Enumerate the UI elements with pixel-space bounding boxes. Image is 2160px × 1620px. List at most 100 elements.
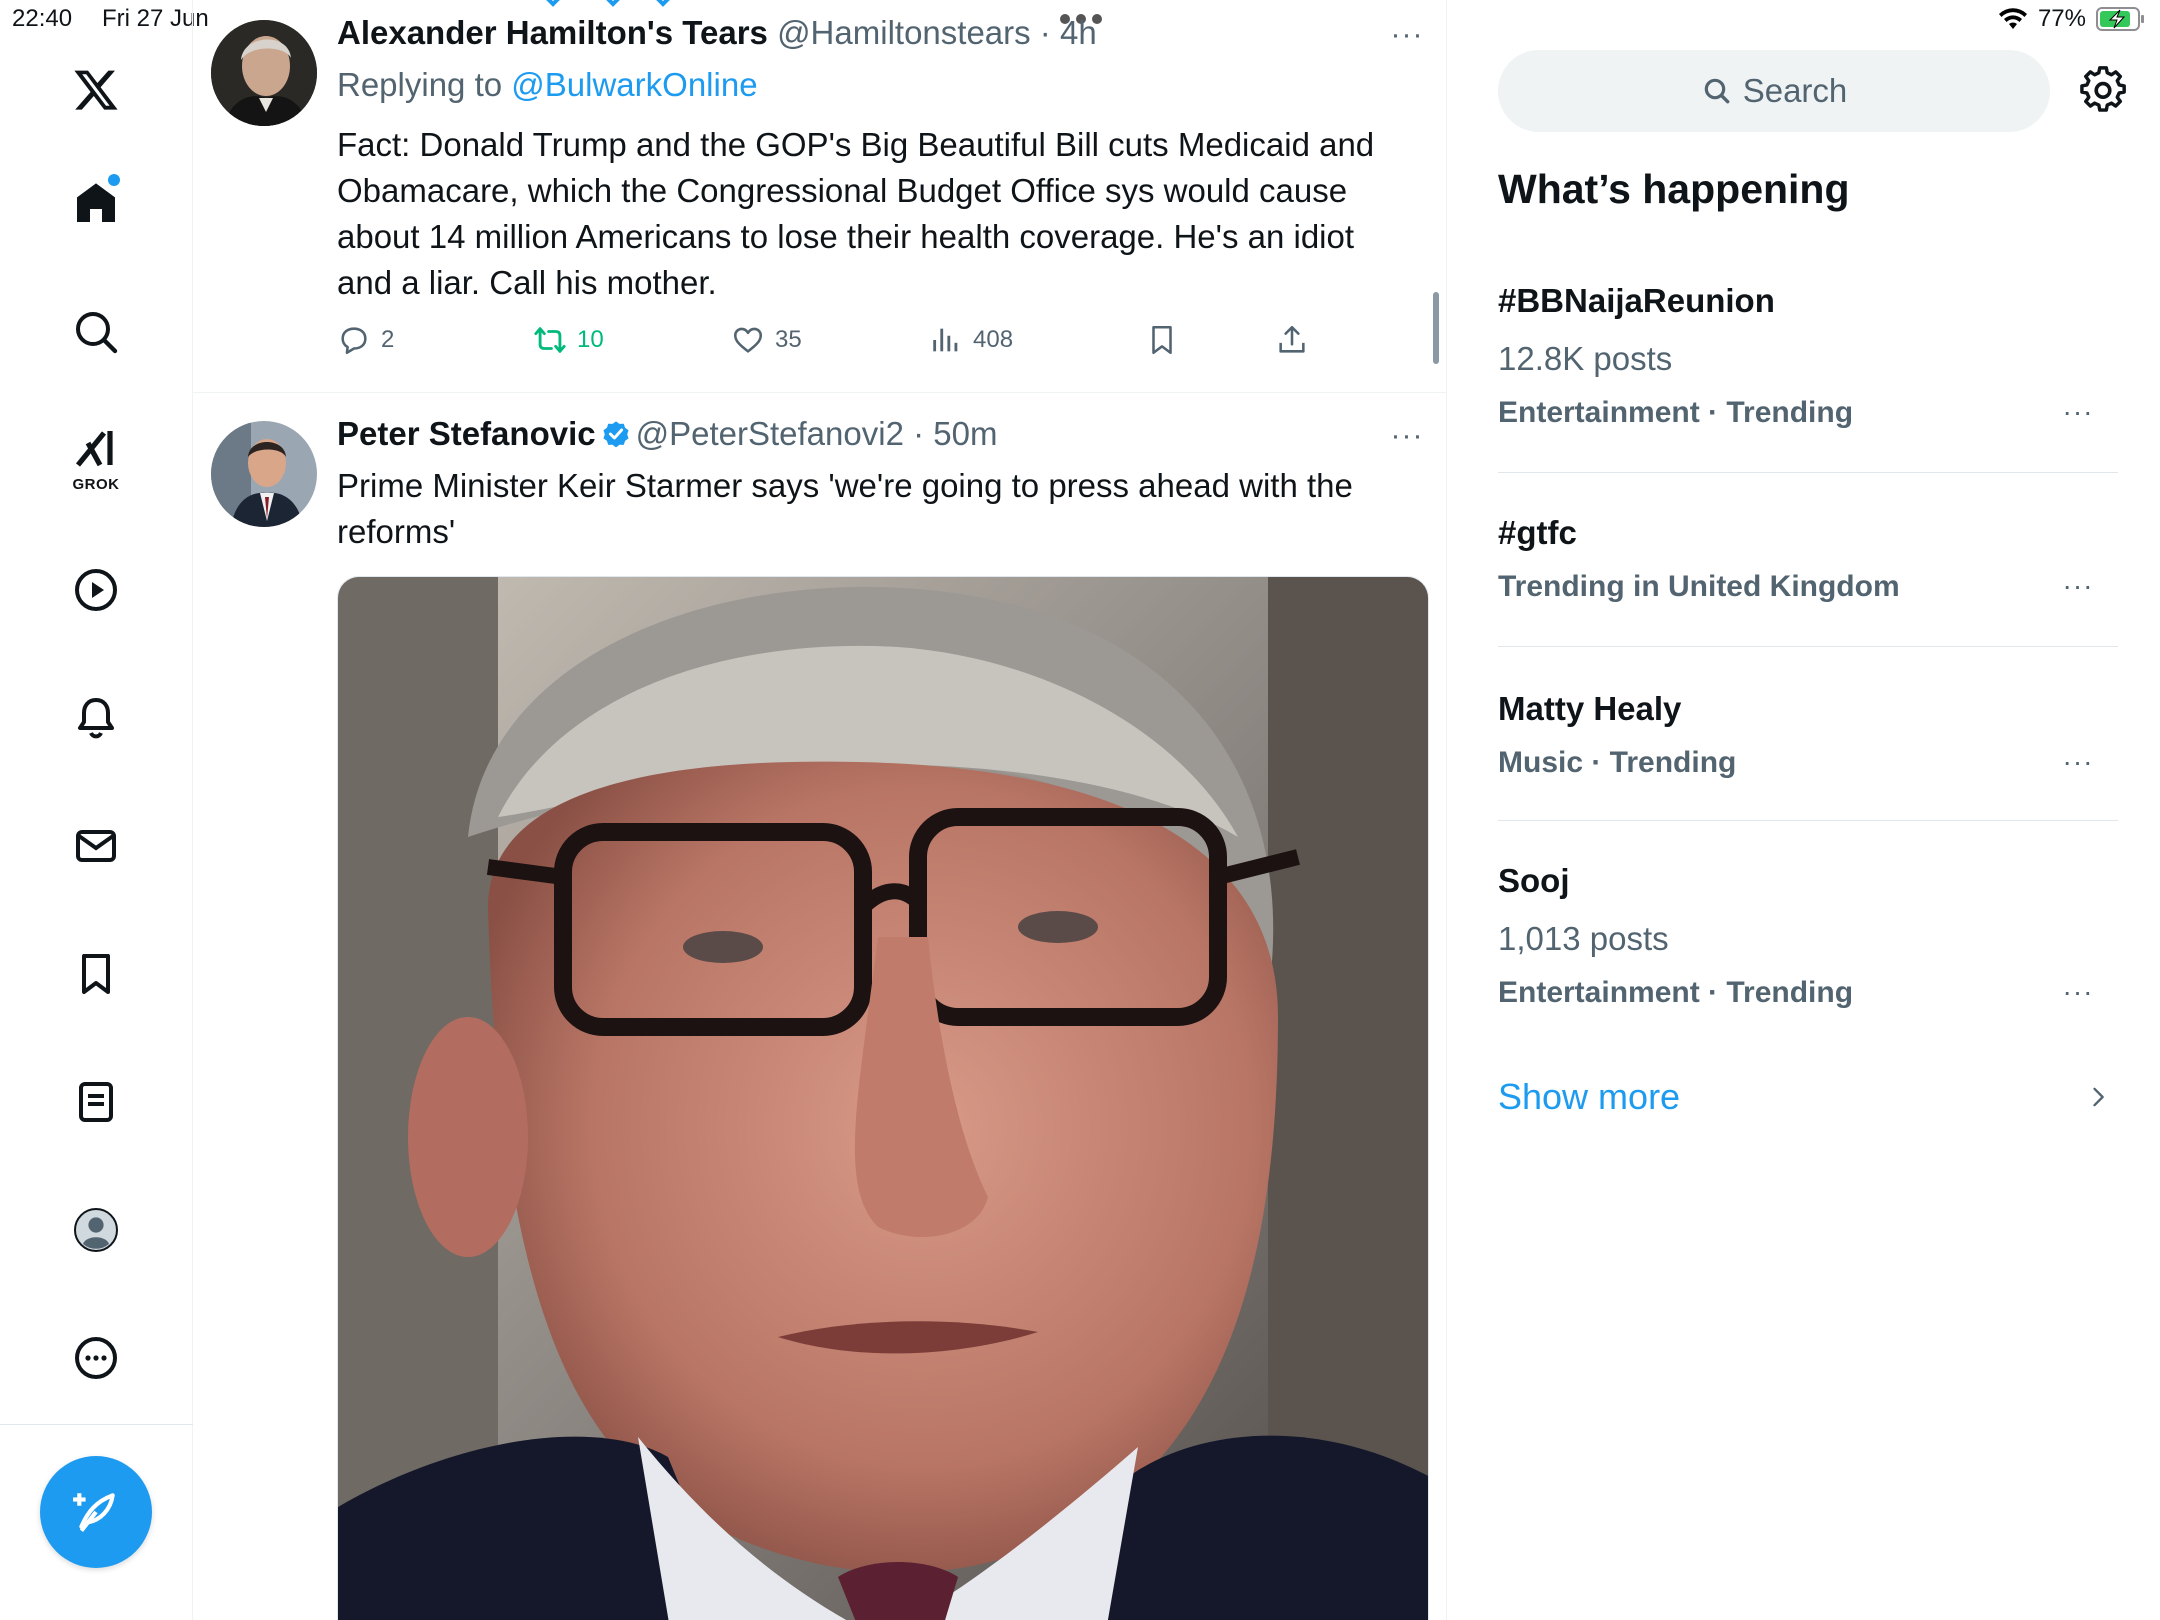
more-options-icon[interactable]: ··· <box>1387 18 1427 51</box>
tweet-header: Alexander Hamilton's Tears @Hamiltonstea… <box>337 14 1097 52</box>
nav-explore[interactable] <box>50 286 142 378</box>
post-video[interactable] <box>337 576 1429 1620</box>
list-icon <box>79 1082 113 1122</box>
search-icon <box>1704 78 1730 104</box>
trend-posts: 12.8K posts <box>1498 340 1673 377</box>
repost-button[interactable]: 10 <box>533 323 604 357</box>
nav-lists[interactable] <box>50 1056 142 1148</box>
bell-icon <box>78 698 114 739</box>
author-name[interactable]: Peter Stefanovic <box>337 415 596 452</box>
chevron-right-icon[interactable] <box>2084 1080 2112 1114</box>
envelope-icon <box>76 830 116 862</box>
trend-meta: Trending in United Kingdom <box>1498 570 1900 603</box>
reply-to-link[interactable]: @BulwarkOnline <box>511 66 757 103</box>
x-logo-icon <box>74 70 118 110</box>
views-count: 408 <box>973 326 1014 353</box>
search-placeholder: Search <box>1742 72 1848 109</box>
more-circle-icon <box>75 1337 117 1379</box>
video-thumbnail <box>338 577 1428 1620</box>
views-chart-icon <box>933 328 958 352</box>
trend-more-icon[interactable]: ··· <box>2058 976 2098 1008</box>
heart-icon <box>733 327 763 353</box>
nav-divider <box>0 1424 193 1425</box>
trend-name: #BBNaijaReunion <box>1498 282 1775 319</box>
scrollbar-thumb[interactable] <box>1433 292 1439 364</box>
whats-happening-title: What’s happening <box>1498 166 1850 212</box>
tweet-actions: 2 10 35 408 <box>337 323 1337 363</box>
trend-meta: Entertainment · Trending <box>1498 976 1854 1009</box>
avatar[interactable] <box>211 20 317 126</box>
nav-grok[interactable]: GROK <box>50 414 142 506</box>
left-nav: GROK <box>0 0 193 1620</box>
compose-post-button[interactable] <box>40 1456 152 1568</box>
grok-label: GROK <box>72 476 120 493</box>
trend-name: Sooj <box>1498 862 1570 899</box>
nav-profile[interactable] <box>50 1184 142 1276</box>
trend-meta: Entertainment · Trending <box>1498 396 1854 429</box>
compose-feather-icon <box>73 1493 115 1533</box>
trend-divider <box>1498 646 2118 647</box>
tweet-post[interactable]: Alexander Hamilton's Tears @Hamiltonstea… <box>193 0 1446 393</box>
verified-badge-icon[interactable] <box>600 418 632 450</box>
share-icon <box>1279 325 1305 353</box>
play-icon <box>75 569 117 611</box>
trend-item[interactable]: #BBNaijaReunion 12.8K posts Entertainmen… <box>1498 276 2118 436</box>
search-icon <box>76 312 118 354</box>
tweet-post[interactable]: Peter Stefanovic @PeterStefanovi2 · 50m ·… <box>193 393 1446 1620</box>
author-handle[interactable]: @PeterStefanovi2 <box>636 415 904 452</box>
separator-dot: · <box>1030 14 1060 51</box>
reply-context: Replying to @BulwarkOnline <box>337 66 758 104</box>
bookmark-icon <box>1152 325 1172 355</box>
nav-home[interactable] <box>50 158 142 250</box>
trend-name: #gtfc <box>1498 514 1577 551</box>
right-sidebar: Search What’s happening #BBNaijaReunion … <box>1448 0 2160 1620</box>
search-input[interactable]: Search <box>1498 50 2050 132</box>
reply-count: 2 <box>381 326 395 353</box>
tweet-header: Peter Stefanovic @PeterStefanovi2 · 50m <box>337 415 997 453</box>
nav-more[interactable] <box>50 1312 142 1404</box>
x-logo-button[interactable] <box>50 44 142 136</box>
reply-icon <box>341 327 367 355</box>
gear-icon[interactable] <box>2080 66 2128 114</box>
repost-count: 10 <box>577 326 604 353</box>
trend-name: Matty Healy <box>1498 690 1682 727</box>
trend-divider <box>1498 820 2118 821</box>
like-button[interactable]: 35 <box>731 323 802 357</box>
bookmark-icon <box>82 954 110 994</box>
nav-bookmarks[interactable] <box>50 928 142 1020</box>
nav-notifications[interactable] <box>50 672 142 764</box>
like-count: 35 <box>775 326 802 353</box>
avatar[interactable] <box>211 421 317 527</box>
trend-posts: 1,013 posts <box>1498 920 1669 957</box>
trend-item[interactable]: Sooj 1,013 posts Entertainment · Trendin… <box>1498 858 2118 1018</box>
profile-avatar-icon <box>74 1208 118 1252</box>
more-options-icon[interactable]: ··· <box>1387 419 1427 452</box>
separator-dot: · <box>903 415 934 452</box>
avatar-image <box>211 421 317 527</box>
trend-more-icon[interactable]: ··· <box>2058 746 2098 778</box>
share-button[interactable] <box>1275 323 1309 357</box>
trend-more-icon[interactable]: ··· <box>2058 396 2098 428</box>
show-more-link[interactable]: Show more <box>1498 1076 1680 1118</box>
reply-button[interactable]: 2 <box>337 323 394 357</box>
avatar-image <box>211 20 317 126</box>
views-button[interactable]: 408 <box>929 323 1013 357</box>
trend-more-icon[interactable]: ··· <box>2058 570 2098 602</box>
post-time[interactable]: 50m <box>933 415 997 452</box>
trend-divider <box>1498 472 2118 473</box>
nav-video[interactable] <box>50 544 142 636</box>
author-handle[interactable]: @Hamiltonstears <box>777 14 1031 51</box>
trend-item[interactable]: #gtfc Trending in United Kingdom ··· <box>1498 510 2118 620</box>
trend-item[interactable]: Matty Healy Music · Trending ··· <box>1498 686 2118 796</box>
home-icon <box>77 183 115 222</box>
timeline: Alexander Hamilton's Tears @Hamiltonstea… <box>193 0 1447 1620</box>
post-time[interactable]: 4h <box>1060 14 1097 51</box>
home-notification-dot <box>108 174 120 186</box>
repost-icon <box>534 327 566 353</box>
trend-meta: Music · Trending <box>1498 746 1737 779</box>
replying-to-label: Replying to <box>337 66 503 103</box>
author-name[interactable]: Alexander Hamilton's Tears <box>337 14 768 51</box>
grok-icon <box>75 431 113 467</box>
nav-messages[interactable] <box>50 800 142 892</box>
bookmark-button[interactable] <box>1145 323 1179 357</box>
